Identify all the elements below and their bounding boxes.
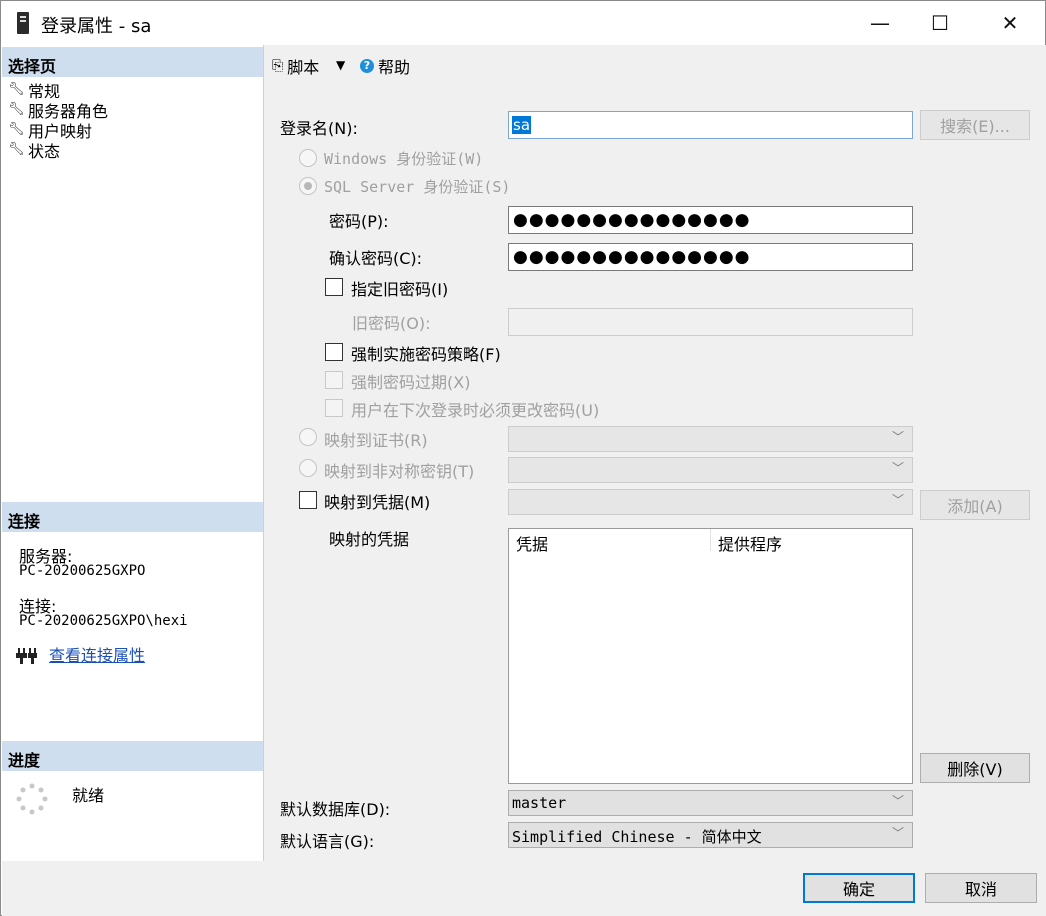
- old-password-label: 旧密码(O):: [352, 314, 431, 333]
- map-credential-checkbox[interactable]: [299, 491, 317, 509]
- help-button[interactable]: ? 帮助: [360, 54, 410, 78]
- map-asym-key-radio[interactable]: [299, 459, 317, 477]
- remove-credential-button[interactable]: 删除(V): [920, 753, 1030, 783]
- map-asym-key-label: 映射到非对称密钥(T): [324, 462, 475, 481]
- toolbar: ⎘ 脚本 ▼ ? 帮助: [264, 45, 1046, 95]
- sql-auth-label: SQL Server 身份验证(S): [324, 178, 511, 196]
- default-database-value: master: [512, 794, 567, 812]
- map-credential-label: 映射到凭据(M): [324, 493, 431, 512]
- dialog-footer: 确定 取消: [2, 861, 1046, 916]
- right-pane: ⎘ 脚本 ▼ ? 帮助 登录名(N): sa 搜索(E)... Windows …: [264, 45, 1046, 861]
- chevron-down-icon: ﹀: [892, 826, 905, 840]
- nav-item-label: 状态: [28, 142, 61, 161]
- window-title: 登录属性 - sa: [41, 16, 152, 37]
- confirm-password-input[interactable]: ●●●●●●●●●●●●●●●: [508, 243, 913, 271]
- ok-button[interactable]: 确定: [803, 873, 915, 903]
- must-change-checkbox[interactable]: [325, 399, 343, 417]
- search-button[interactable]: 搜索(E)...: [920, 110, 1030, 140]
- chevron-down-icon: ﹀: [892, 430, 905, 444]
- login-name-value: sa: [512, 116, 532, 134]
- login-name-input[interactable]: sa: [508, 111, 913, 139]
- grid-header-credential[interactable]: 凭据: [516, 531, 548, 555]
- must-change-label: 用户在下次登录时必须更改密码(U): [351, 401, 600, 420]
- title-bar: 登录属性 - sa — ☐ ✕: [1, 1, 1045, 45]
- default-language-value: Simplified Chinese - 简体中文: [512, 828, 762, 846]
- default-language-select[interactable]: Simplified Chinese - 简体中文 ﹀: [508, 822, 913, 848]
- spinner-icon: [16, 783, 48, 815]
- server-icon: [17, 12, 29, 34]
- server-value: PC-20200625GXPO: [19, 563, 146, 579]
- nav-item-status[interactable]: 🔧︎ 状态: [8, 138, 60, 162]
- help-icon: ?: [360, 59, 374, 73]
- cert-select[interactable]: ﹀: [508, 426, 913, 452]
- left-pane: 选择页 🔧︎ 常规 🔧︎ 服务器角色 🔧︎ 用户映射 🔧︎ 状态 连接 服务器:…: [2, 45, 264, 861]
- wrench-icon: 🔧︎: [8, 82, 25, 97]
- wrench-icon: 🔧︎: [8, 102, 25, 117]
- chevron-down-icon[interactable]: ▼: [336, 58, 345, 72]
- map-cert-label: 映射到证书(R): [324, 431, 428, 450]
- confirm-password-label: 确认密码(C):: [329, 249, 423, 268]
- grid-header-provider[interactable]: 提供程序: [718, 531, 782, 555]
- connection-header: 连接: [2, 502, 263, 532]
- login-properties-window: 登录属性 - sa — ☐ ✕ 选择页 🔧︎ 常规 🔧︎ 服务器角色 🔧︎ 用户…: [0, 0, 1046, 916]
- chevron-down-icon: ﹀: [892, 794, 905, 808]
- mapped-credentials-label: 映射的凭据: [329, 530, 410, 549]
- maximize-button[interactable]: ☐: [917, 1, 963, 45]
- select-page-header: 选择页: [2, 47, 263, 77]
- asym-key-select[interactable]: ﹀: [508, 457, 913, 483]
- grid-column-divider: [710, 529, 711, 551]
- plug-icon: [16, 645, 38, 667]
- help-label: 帮助: [378, 58, 411, 77]
- default-database-label: 默认数据库(D):: [280, 800, 391, 819]
- windows-auth-label: Windows 身份验证(W): [324, 150, 484, 168]
- script-icon: ⎘: [272, 58, 284, 74]
- enforce-expiration-label: 强制密码过期(X): [351, 373, 471, 392]
- enforce-expiration-checkbox[interactable]: [325, 371, 343, 389]
- enforce-policy-checkbox[interactable]: [325, 343, 343, 361]
- wrench-icon: 🔧︎: [8, 122, 25, 137]
- password-input[interactable]: ●●●●●●●●●●●●●●●: [508, 206, 913, 234]
- confirm-password-mask: ●●●●●●●●●●●●●●●: [513, 247, 751, 267]
- progress-header: 进度: [2, 741, 263, 771]
- progress-status: 就绪: [72, 786, 105, 805]
- map-cert-radio[interactable]: [299, 428, 317, 446]
- default-database-select[interactable]: master ﹀: [508, 790, 913, 816]
- enforce-policy-label: 强制实施密码策略(F): [351, 345, 501, 364]
- specify-old-password-label: 指定旧密码(I): [351, 280, 449, 299]
- windows-auth-radio[interactable]: [299, 149, 317, 167]
- mapped-credentials-grid[interactable]: 凭据 提供程序: [508, 528, 913, 784]
- connection-value: PC-20200625GXPO\hexi: [19, 613, 188, 629]
- password-label: 密码(P):: [329, 212, 389, 231]
- login-name-label: 登录名(N):: [280, 119, 358, 138]
- default-language-label: 默认语言(G):: [280, 832, 375, 851]
- sql-auth-radio[interactable]: [299, 177, 317, 195]
- specify-old-password-checkbox[interactable]: [325, 278, 343, 296]
- script-label: 脚本: [287, 58, 320, 77]
- close-button[interactable]: ✕: [987, 1, 1033, 45]
- credential-select[interactable]: ﹀: [508, 489, 913, 515]
- cancel-button[interactable]: 取消: [925, 873, 1037, 903]
- password-mask: ●●●●●●●●●●●●●●●: [513, 210, 751, 230]
- script-button[interactable]: ⎘ 脚本: [272, 54, 319, 78]
- chevron-down-icon: ﹀: [892, 493, 905, 507]
- minimize-button[interactable]: —: [857, 1, 903, 45]
- add-credential-button[interactable]: 添加(A): [920, 490, 1030, 520]
- view-connection-properties-link[interactable]: 查看连接属性: [49, 642, 145, 666]
- wrench-icon: 🔧︎: [8, 142, 25, 157]
- old-password-input[interactable]: [508, 308, 913, 336]
- chevron-down-icon: ﹀: [892, 461, 905, 475]
